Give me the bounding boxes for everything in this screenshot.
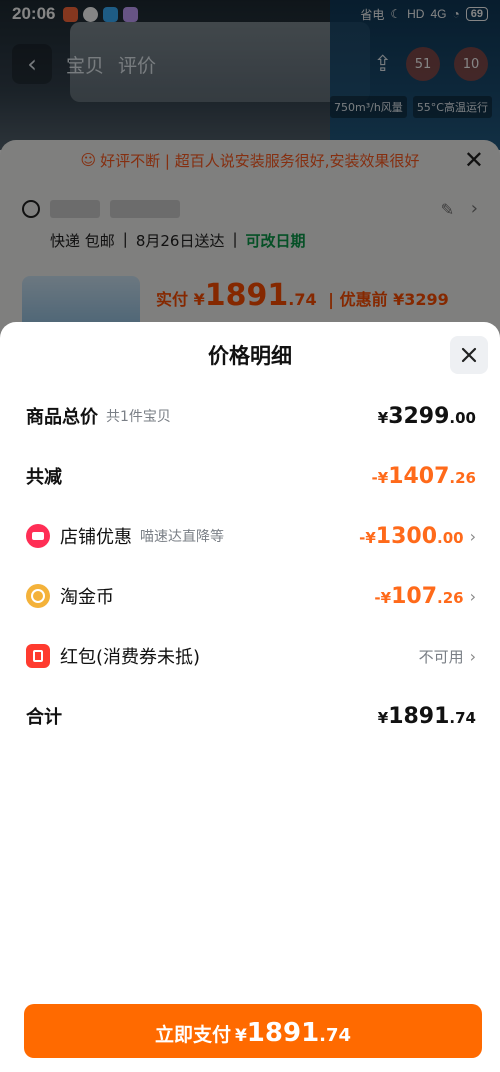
row-label: 商品总价 <box>26 407 98 428</box>
row-sub: 喵速达直降等 <box>140 529 224 545</box>
value-currency: -¥ <box>371 468 389 487</box>
value-int: 1407 <box>388 463 450 489</box>
value-int: 1891 <box>388 703 450 729</box>
row-value: ¥3299.00 <box>378 404 476 429</box>
row-sub: 共1件宝贝 <box>106 409 171 425</box>
row-status: 不可用 <box>418 647 464 666</box>
value-currency: -¥ <box>374 588 392 607</box>
value-currency: ¥ <box>377 708 389 727</box>
row-value: ¥1891.74 <box>378 704 476 729</box>
row-store-discount[interactable]: 店铺优惠 喵速达直降等 -¥ 1300.00 › <box>26 516 476 556</box>
row-grand-total: 合计 ¥1891.74 <box>26 696 476 736</box>
row-total-price: 商品总价 共1件宝贝 ¥3299.00 <box>26 396 476 436</box>
pay-currency: ¥ <box>234 1026 247 1046</box>
row-label: 淘金币 <box>60 587 114 608</box>
pay-int: 1891 <box>246 1018 320 1048</box>
row-value: -¥ 1407.26 <box>372 464 476 489</box>
row-tao-coins[interactable]: 淘金币 -¥ 107.26 › <box>26 576 476 616</box>
value-int: 3299 <box>388 403 450 429</box>
row-value: -¥ 107.26 <box>374 584 463 609</box>
row-label: 红包(消费券未抵) <box>60 647 201 668</box>
pay-now-button[interactable]: 立即支付 ¥1891.74 <box>24 1004 482 1058</box>
row-value: -¥ 1300.00 <box>359 524 463 549</box>
red-packet-icon <box>26 644 50 668</box>
value-currency: -¥ <box>359 528 376 547</box>
pay-label: 立即支付 <box>154 1024 231 1046</box>
value-dec: .26 <box>449 468 476 487</box>
background-page: 20:06 省电 ☾ HD 4G ◔ 69 ‹ 宝贝 评价 ⇪ 51 10 75… <box>0 0 500 340</box>
value-dec: .26 <box>437 588 464 607</box>
row-label: 共减 <box>26 467 62 488</box>
row-total-discount: 共减 -¥ 1407.26 <box>26 456 476 496</box>
value-currency: ¥ <box>377 408 389 427</box>
chevron-right-icon: › <box>469 526 476 546</box>
value-dec: .00 <box>437 528 464 547</box>
value-int: 1300 <box>375 523 438 549</box>
row-label: 合计 <box>26 707 62 728</box>
store-icon <box>26 524 50 548</box>
chevron-right-icon: › <box>469 586 476 606</box>
chevron-right-icon: › <box>469 646 476 666</box>
row-label: 店铺优惠 <box>60 527 132 548</box>
price-detail-sheet: 价格明细 商品总价 共1件宝贝 ¥3299.00 共减 -¥ 1407.26 店铺… <box>0 322 500 1072</box>
value-int: 107 <box>391 583 438 609</box>
sheet-title: 价格明细 <box>208 344 292 368</box>
value-dec: .74 <box>449 708 476 727</box>
value-dec: .00 <box>449 408 476 427</box>
close-icon[interactable] <box>450 336 488 374</box>
modal-overlay[interactable] <box>0 0 500 340</box>
row-red-packet[interactable]: 红包(消费券未抵) 不可用 › <box>26 636 476 676</box>
coin-icon <box>26 584 50 608</box>
pay-dec: .74 <box>319 1025 352 1046</box>
